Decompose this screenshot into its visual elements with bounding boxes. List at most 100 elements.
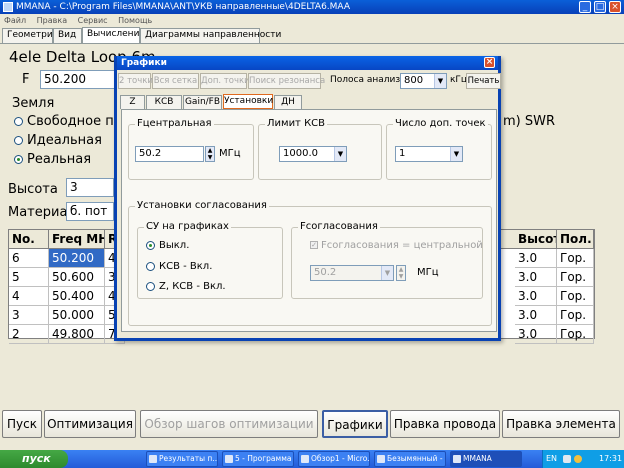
ground-option-real[interactable]: Реальная	[14, 152, 91, 167]
network-icon[interactable]	[563, 455, 571, 463]
table-cell[interactable]: Гор.	[557, 306, 594, 325]
tab-calculations[interactable]: Вычисления	[82, 27, 145, 43]
su-option-swr[interactable]: КСВ - Вкл.	[146, 261, 212, 272]
chevron-down-icon: ▼	[334, 147, 346, 161]
freq-label: F	[22, 72, 30, 87]
matching-group: Установки согласования СУ на графиках Вы…	[128, 200, 492, 326]
col-no[interactable]: No.	[9, 230, 49, 249]
taskbar-item[interactable]: Результаты п...	[146, 451, 218, 467]
maximize-button[interactable]: □	[594, 1, 606, 13]
dialog-tab-settings[interactable]: Установки	[223, 94, 273, 109]
swr-label: m) SWR	[503, 114, 556, 129]
swr-limit-group: Лимит КСВ 1000.0 ▼	[258, 118, 382, 180]
ground-title: Земля	[12, 96, 55, 111]
table-cell[interactable]: 50.600	[49, 268, 105, 287]
find-resonance-button[interactable]: Поиск резонанса	[248, 73, 325, 89]
fmatch-select[interactable]: 50.2 ▼	[310, 265, 394, 281]
col-pol[interactable]: Пол.	[557, 230, 594, 249]
edit-element-button[interactable]: Правка элемента	[502, 410, 620, 438]
dialog-tab-pattern[interactable]: ДН	[274, 95, 302, 109]
menu-help[interactable]: Помощь	[118, 16, 152, 25]
bandwidth-select[interactable]: 800 ▼	[400, 73, 447, 89]
fmatch-checkbox[interactable]: ✓ Fсогласования = центральной	[310, 240, 483, 251]
su-group: СУ на графиках Выкл. КСВ - Вкл. Z, КСВ -…	[137, 221, 283, 299]
review-optimization-button[interactable]: Обзор шагов оптимизации	[140, 410, 318, 438]
extra-points-button[interactable]: Доп. точки	[200, 73, 250, 89]
col-freq[interactable]: Freq MHz	[49, 230, 105, 249]
matching-title: Установки согласования	[135, 200, 269, 211]
tab-view[interactable]: Вид	[53, 28, 82, 43]
table-cell[interactable]: 6	[9, 249, 49, 268]
system-tray: EN 17:31	[542, 450, 624, 468]
fcenter-unit: МГц	[219, 148, 241, 159]
extra-points-select[interactable]: 1 ▼	[395, 146, 463, 162]
taskbar-item[interactable]: Обзор1 - Micro...	[298, 451, 370, 467]
close-button[interactable]: ×	[609, 1, 621, 13]
col-height[interactable]: Высота	[515, 230, 557, 249]
table-cell[interactable]: 3.0	[515, 287, 557, 306]
radio-selected-icon	[14, 155, 23, 164]
radio-icon	[14, 136, 23, 145]
table-cell[interactable]: Гор.	[557, 249, 594, 268]
language-indicator[interactable]: EN	[546, 450, 557, 468]
swr-limit-select[interactable]: 1000.0 ▼	[279, 146, 347, 162]
print-button[interactable]: Печать	[466, 73, 501, 89]
radio-selected-icon	[146, 240, 155, 250]
minimize-button[interactable]: _	[579, 1, 591, 13]
su-option-off[interactable]: Выкл.	[146, 240, 189, 251]
extra-points-title: Число доп. точек	[393, 118, 488, 129]
volume-icon[interactable]	[574, 455, 582, 463]
su-option-zswr[interactable]: Z, КСВ - Вкл.	[146, 281, 226, 292]
radio-icon	[146, 281, 155, 291]
full-grid-button[interactable]: Вся сетка	[152, 73, 199, 89]
optimize-button[interactable]: Оптимизация	[44, 410, 136, 438]
height-input[interactable]: 3	[66, 178, 114, 197]
taskbar-item[interactable]: 5 - Программа ...	[222, 451, 294, 467]
table-cell[interactable]: Гор.	[557, 287, 594, 306]
tab-geometry[interactable]: Геометрия	[2, 28, 58, 43]
menu-file[interactable]: Файл	[4, 16, 26, 25]
table-cell[interactable]: 50.000	[49, 306, 105, 325]
dialog-title: Графики	[121, 58, 167, 68]
table-cell[interactable]: 3.0	[515, 268, 557, 287]
table-cell[interactable]: 2	[9, 325, 49, 344]
graphs-button[interactable]: Графики	[322, 410, 388, 438]
fmatch-group: Fсогласования ✓ Fсогласования = центральн…	[291, 221, 483, 299]
dialog-tab-z[interactable]: Z	[120, 95, 145, 109]
menu-edit[interactable]: Правка	[37, 16, 67, 25]
edit-wire-button[interactable]: Правка провода	[390, 410, 500, 438]
table-cell[interactable]: 3.0	[515, 249, 557, 268]
fcenter-input[interactable]: 50.2	[135, 146, 204, 162]
material-input[interactable]: б. пот	[66, 202, 114, 221]
table-cell-selected[interactable]: 50.200	[49, 249, 105, 268]
bandwidth-label: Полоса анализа	[330, 75, 406, 85]
ground-option-ideal[interactable]: Идеальная	[14, 133, 102, 148]
table-cell[interactable]: 3	[9, 306, 49, 325]
start-button[interactable]: Пуск	[2, 410, 42, 438]
table-cell[interactable]: 3.0	[515, 325, 557, 344]
fmatch-unit: МГц	[417, 267, 439, 278]
table-cell[interactable]: 3.0	[515, 306, 557, 325]
extra-points-group: Число доп. точек 1 ▼	[386, 118, 492, 180]
table-cell[interactable]: 50.400	[49, 287, 105, 306]
table-cell[interactable]: Гор.	[557, 325, 594, 344]
taskbar-item[interactable]: Безымянный - ...	[374, 451, 446, 467]
table-cell[interactable]: 4	[9, 287, 49, 306]
start-menu-button[interactable]: пуск	[0, 450, 68, 468]
taskbar-item-active[interactable]: MMANA	[450, 451, 522, 467]
bandwidth-unit: кГц	[450, 75, 468, 85]
dialog-close-button[interactable]: ×	[484, 57, 495, 68]
fcenter-spinner[interactable]: ▲ ▼	[205, 146, 215, 162]
fcenter-group: Fцентральная 50.2 ▲ ▼ МГц	[128, 118, 254, 180]
fmatch-spinner[interactable]: ▲ ▼	[396, 265, 406, 281]
two-points-button[interactable]: 2 точки	[118, 73, 153, 89]
table-cell[interactable]: 49.800	[49, 325, 105, 344]
tab-patterns[interactable]: Диаграммы направленности	[140, 28, 281, 43]
menu-service[interactable]: Сервис	[78, 16, 108, 25]
table-cell[interactable]: Гор.	[557, 268, 594, 287]
radio-icon	[146, 261, 155, 271]
table-cell[interactable]: 5	[9, 268, 49, 287]
su-title: СУ на графиках	[144, 221, 231, 232]
dialog-tab-swr[interactable]: КСВ	[146, 95, 182, 109]
dialog-tab-gainfb[interactable]: Gain/FB	[183, 95, 222, 109]
